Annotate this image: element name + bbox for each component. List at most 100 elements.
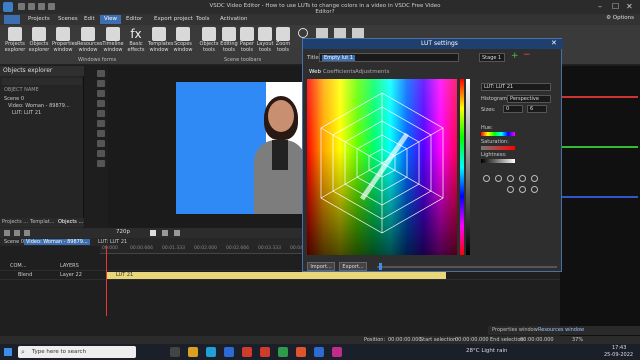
intensity-knob[interactable]: [379, 263, 382, 270]
hue-slider[interactable]: [481, 132, 515, 136]
zoom-tools-button[interactable]: Zoom tools: [272, 27, 294, 53]
cursor-tool-icon[interactable]: [97, 70, 105, 77]
video-tool-icon[interactable]: [97, 110, 105, 117]
menu-view[interactable]: View: [100, 15, 122, 24]
zoom-level[interactable]: 37%: [572, 337, 583, 343]
tree-item-video[interactable]: Video: Woman - 89879...: [8, 103, 70, 109]
export-button[interactable]: Export...: [339, 262, 367, 271]
dialog-close-icon[interactable]: ✕: [551, 39, 557, 47]
media-icon[interactable]: [296, 347, 306, 357]
tab-properties-window[interactable]: Properties window: [492, 327, 538, 333]
text-tool-icon[interactable]: [97, 80, 105, 87]
lut-select[interactable]: LUT: LUT 21: [481, 83, 551, 91]
app-icon[interactable]: [332, 347, 342, 357]
cut-icon[interactable]: [24, 230, 30, 236]
new-project-icon[interactable]: [18, 3, 25, 10]
size-a-input[interactable]: 0: [503, 105, 523, 113]
text-t-icon[interactable]: [97, 150, 105, 157]
stop-icon[interactable]: [162, 230, 168, 236]
play-icon[interactable]: [150, 230, 156, 236]
objects-tools-button[interactable]: Objects tools: [198, 27, 220, 53]
remove-stage-icon[interactable]: −: [523, 50, 531, 60]
tree-item-lut[interactable]: LUT: LUT 21: [12, 110, 41, 116]
image-tool-icon[interactable]: [97, 100, 105, 107]
chart-tool-icon[interactable]: [97, 130, 105, 137]
reset-tool-icon[interactable]: [531, 175, 538, 182]
tab-resources-window[interactable]: Resources window: [538, 327, 584, 333]
circle-tool-icon[interactable]: [97, 140, 105, 147]
store-icon[interactable]: [224, 347, 234, 357]
add-stage-icon[interactable]: +: [511, 51, 519, 61]
task-view-icon[interactable]: [170, 347, 180, 357]
undo-icon[interactable]: [48, 3, 55, 10]
windows-start-icon[interactable]: [4, 348, 12, 356]
undo-icon[interactable]: [4, 230, 10, 236]
pipette-icon[interactable]: [507, 186, 514, 193]
redo-icon[interactable]: [14, 230, 20, 236]
maximize-icon[interactable]: ☐: [612, 2, 619, 11]
tab-objects[interactable]: Objects ...: [58, 219, 83, 225]
open-project-icon[interactable]: [28, 3, 35, 10]
histogram-select[interactable]: Perspective: [507, 95, 551, 103]
rotate-tool-icon[interactable]: [519, 175, 526, 182]
lut-name-field[interactable]: Empty lut 1: [319, 53, 459, 62]
menu-activation[interactable]: Activation: [216, 15, 252, 24]
lut-tab[interactable]: LUT: LUT 21: [96, 239, 129, 245]
powerpoint-icon[interactable]: [260, 347, 270, 357]
grid-icon[interactable]: [352, 28, 364, 38]
hue-strip[interactable]: [460, 79, 464, 255]
zoom-in-icon[interactable]: [298, 28, 308, 38]
menu-export-project[interactable]: Export project: [150, 15, 197, 24]
tab-templates[interactable]: Templat...: [30, 219, 55, 225]
shape-tool-icon[interactable]: [97, 90, 105, 97]
tab-web[interactable]: Web: [309, 69, 321, 75]
stack-icon[interactable]: [316, 28, 328, 38]
menu-tools[interactable]: Tools: [192, 15, 214, 24]
weather-status[interactable]: 28°C Light rain: [466, 348, 507, 354]
tab-adjustments[interactable]: Adjustments: [355, 69, 389, 75]
properties-window-button[interactable]: Properties window: [52, 27, 77, 53]
menu-projects[interactable]: Projects: [24, 15, 54, 24]
stage-select[interactable]: Stage 1: [479, 53, 505, 62]
objects-explorer-button[interactable]: Objects explorer: [28, 27, 50, 53]
save-icon[interactable]: [38, 3, 45, 10]
options-button[interactable]: ⚙ Options: [606, 15, 634, 21]
target-tool-icon[interactable]: [483, 175, 490, 182]
pipette-plus-icon[interactable]: [519, 186, 526, 193]
minimize-icon[interactable]: –: [598, 2, 602, 11]
video-preview[interactable]: [176, 82, 306, 214]
layers-icon[interactable]: [334, 28, 346, 38]
pick-tool-icon[interactable]: [507, 175, 514, 182]
audio-tool-icon[interactable]: [97, 120, 105, 127]
close-icon[interactable]: ✕: [626, 2, 633, 11]
lut-clip[interactable]: LUT 21: [106, 272, 446, 279]
lightness-strip[interactable]: [466, 79, 470, 255]
timeline-window-button[interactable]: Timeline window: [102, 27, 124, 53]
file-explorer-icon[interactable]: [188, 347, 198, 357]
app-menu-button[interactable]: [4, 15, 20, 24]
tree-item-scene[interactable]: Scene 0: [4, 96, 24, 102]
resolution-select[interactable]: 720p: [116, 229, 130, 235]
templates-window-button[interactable]: Templates window: [148, 27, 173, 53]
pipette-minus-icon[interactable]: [531, 186, 538, 193]
tab-projects[interactable]: Projects ...: [2, 219, 28, 225]
intensity-track[interactable]: [377, 266, 557, 268]
taskbar-search[interactable]: ⌕ Type here to search: [18, 346, 136, 358]
basic-effects-button[interactable]: fx Basic effects: [125, 27, 147, 53]
size-b-input[interactable]: 6: [527, 105, 547, 113]
excel-icon[interactable]: [278, 347, 288, 357]
menu-editor[interactable]: Editor: [122, 15, 146, 24]
scene-tab[interactable]: Scene 0: [2, 239, 26, 245]
edge-icon[interactable]: [206, 347, 216, 357]
lightness-slider[interactable]: [481, 159, 515, 163]
scopes-window-button[interactable]: Scopes window: [172, 27, 194, 53]
color-web-grid[interactable]: [307, 79, 457, 255]
saturation-slider[interactable]: [481, 146, 515, 150]
pen-tool-icon[interactable]: [97, 160, 105, 167]
tab-coefficients[interactable]: Coefficients: [323, 69, 355, 75]
move-tool-icon[interactable]: [495, 175, 502, 182]
resources-window-button[interactable]: Resources window: [77, 27, 103, 53]
clock-date[interactable]: 25-09-2022: [604, 352, 633, 358]
import-button[interactable]: Import...: [307, 262, 335, 271]
projects-explorer-button[interactable]: Projects explorer: [4, 27, 26, 53]
